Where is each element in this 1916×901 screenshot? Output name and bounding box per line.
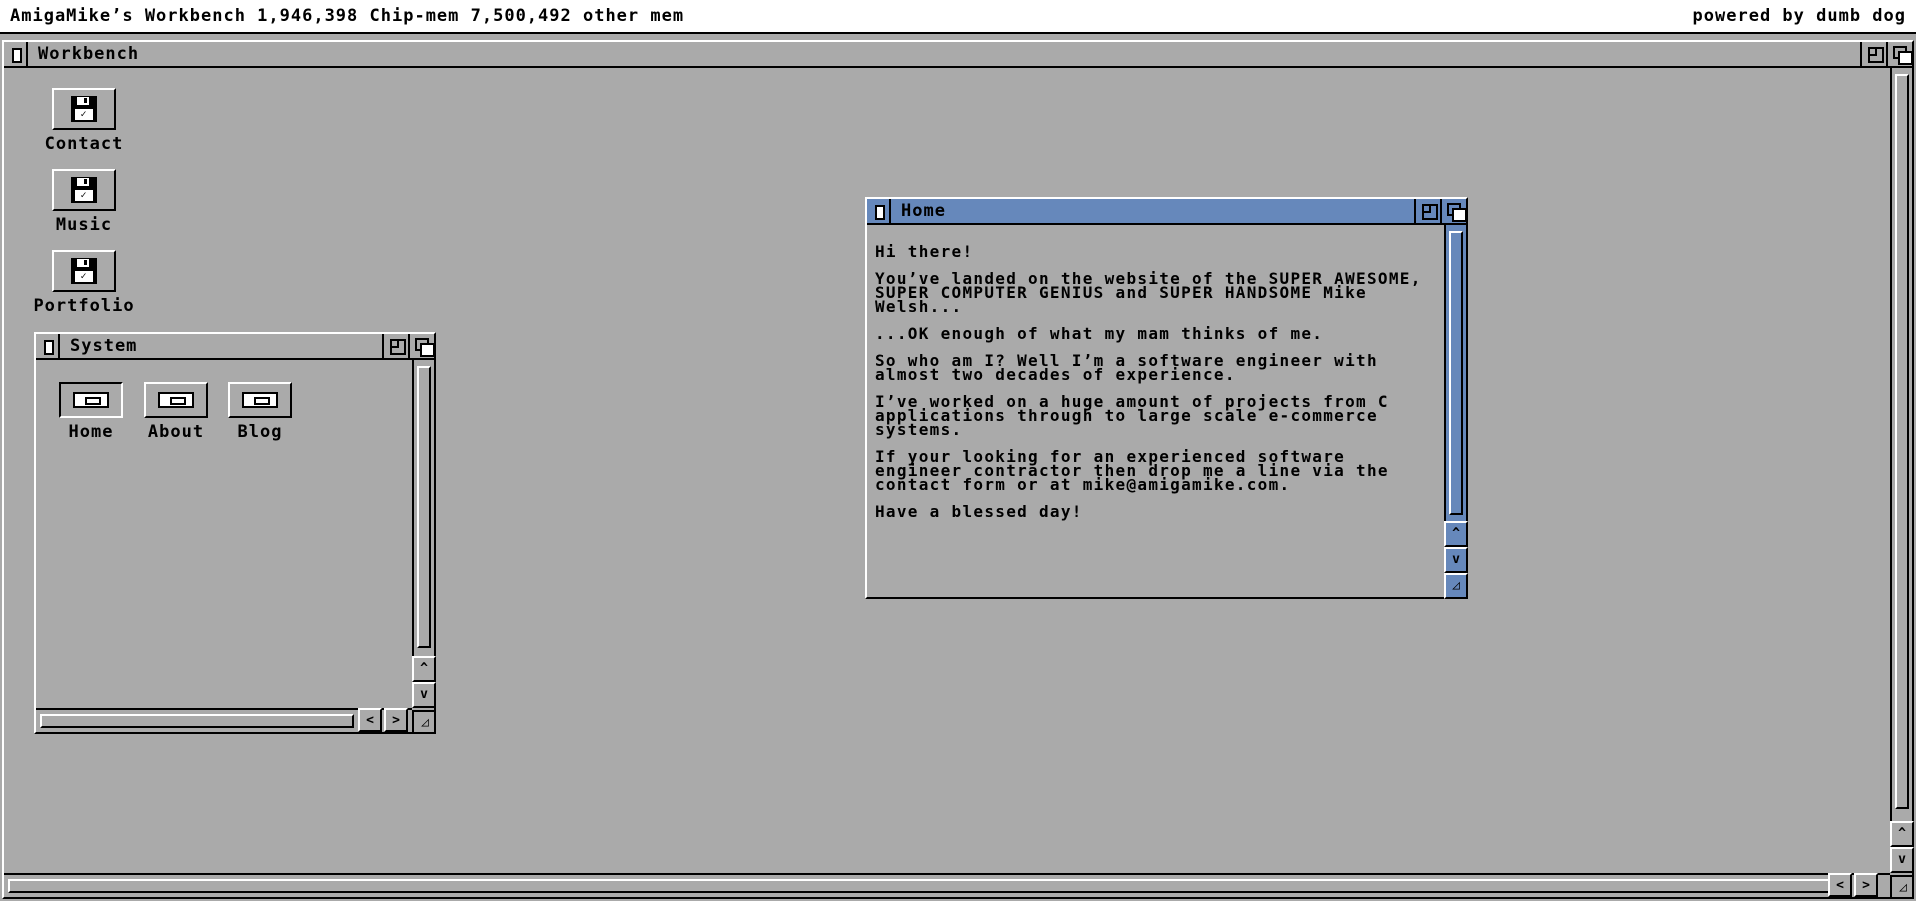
workbench-title-bar[interactable]: Workbench bbox=[4, 42, 1913, 68]
screen-title: AmigaMike’s Workbench 1,946,398 Chip-mem… bbox=[10, 6, 685, 26]
home-paragraph: If your looking for an experienced softw… bbox=[875, 447, 1389, 494]
resize-icon[interactable]: ◿ bbox=[1444, 573, 1468, 599]
system-vertical-scroll-knob[interactable] bbox=[417, 366, 431, 648]
scroll-down-arrow-icon[interactable]: v bbox=[412, 682, 436, 708]
workbench-vertical-scroll-knob[interactable] bbox=[1895, 74, 1909, 809]
desktop-icon-portfolio[interactable]: ✓ Portfolio bbox=[24, 250, 144, 316]
drawer-label: About bbox=[147, 422, 205, 442]
depth-icon[interactable] bbox=[1886, 42, 1913, 66]
scroll-right-arrow-icon[interactable]: > bbox=[384, 708, 408, 732]
system-window: System Home About Blog ^ v < > ◿ bbox=[34, 332, 436, 734]
home-paragraph: So who am I? Well I’m a software enginee… bbox=[875, 351, 1378, 384]
depth-icon[interactable] bbox=[408, 334, 435, 358]
home-window: Home Hi there! You’ve landed on the webs… bbox=[865, 197, 1468, 599]
workbench-horizontal-scrollbar[interactable]: < > bbox=[4, 873, 1890, 897]
scroll-up-arrow-icon[interactable]: ^ bbox=[412, 656, 436, 682]
system-vertical-scrollbar[interactable]: ^ v bbox=[412, 360, 436, 708]
home-paragraph: You’ve landed on the website of the SUPE… bbox=[875, 269, 1422, 316]
floppy-disk-icon: ✓ bbox=[52, 88, 116, 130]
depth-icon[interactable] bbox=[1440, 199, 1467, 223]
zoom-icon[interactable] bbox=[1414, 199, 1440, 223]
home-vertical-scrollbar[interactable]: ^ v ◿ bbox=[1444, 225, 1468, 599]
zoom-icon[interactable] bbox=[382, 334, 408, 358]
scroll-up-arrow-icon[interactable]: ^ bbox=[1890, 821, 1914, 847]
drawer-icon-home[interactable]: Home bbox=[51, 382, 131, 442]
scroll-up-arrow-icon[interactable]: ^ bbox=[1444, 521, 1468, 547]
system-title: System bbox=[70, 336, 138, 356]
system-horizontal-scroll-knob[interactable] bbox=[40, 714, 354, 728]
desktop-icon-label: Music bbox=[55, 215, 113, 235]
drawer-label: Blog bbox=[237, 422, 283, 442]
scroll-right-arrow-icon[interactable]: > bbox=[1854, 873, 1878, 897]
workbench-horizontal-scroll-knob[interactable] bbox=[8, 879, 1832, 893]
home-paragraph: Have a blessed day! bbox=[875, 502, 1083, 521]
powered-by-text: powered by dumb dog bbox=[1692, 6, 1906, 26]
scroll-down-arrow-icon[interactable]: v bbox=[1444, 547, 1468, 573]
home-title: Home bbox=[901, 201, 946, 221]
home-content: Hi there! You’ve landed on the website o… bbox=[875, 242, 1435, 532]
desktop-icon-contact[interactable]: ✓ Contact bbox=[24, 88, 144, 154]
close-icon[interactable] bbox=[867, 199, 891, 223]
desktop-icon-label: Contact bbox=[44, 134, 124, 154]
workbench-vertical-scrollbar[interactable]: ^ v bbox=[1890, 68, 1914, 873]
scroll-left-arrow-icon[interactable]: < bbox=[358, 708, 382, 732]
drawer-icon-blog[interactable]: Blog bbox=[220, 382, 300, 442]
drawer-label: Home bbox=[68, 422, 114, 442]
system-title-bar[interactable]: System bbox=[36, 334, 435, 360]
home-paragraph: ...OK enough of what my mam thinks of me… bbox=[875, 324, 1324, 343]
desktop-icon-music[interactable]: ✓ Music bbox=[24, 169, 144, 235]
screen-title-bar: AmigaMike’s Workbench 1,946,398 Chip-mem… bbox=[0, 0, 1916, 34]
drawer-icon bbox=[59, 382, 123, 418]
desktop-icon-label: Portfolio bbox=[33, 296, 135, 316]
drawer-icon bbox=[144, 382, 208, 418]
scroll-down-arrow-icon[interactable]: v bbox=[1890, 847, 1914, 873]
home-paragraph: I’ve worked on a huge amount of projects… bbox=[875, 392, 1389, 439]
scroll-left-arrow-icon[interactable]: < bbox=[1828, 873, 1852, 897]
zoom-icon[interactable] bbox=[1860, 42, 1886, 66]
floppy-disk-icon: ✓ bbox=[52, 250, 116, 292]
resize-icon[interactable]: ◿ bbox=[412, 710, 436, 734]
home-title-bar[interactable]: Home bbox=[867, 199, 1467, 225]
home-paragraph: Hi there! bbox=[875, 242, 974, 261]
close-icon[interactable] bbox=[4, 42, 28, 66]
close-icon[interactable] bbox=[36, 334, 60, 358]
workbench-title: Workbench bbox=[38, 44, 140, 64]
system-horizontal-scrollbar[interactable]: < > bbox=[36, 708, 412, 732]
drawer-icon bbox=[228, 382, 292, 418]
drawer-icon-about[interactable]: About bbox=[136, 382, 216, 442]
resize-icon[interactable]: ◿ bbox=[1890, 875, 1914, 899]
floppy-disk-icon: ✓ bbox=[52, 169, 116, 211]
home-vertical-scroll-knob[interactable] bbox=[1449, 231, 1463, 515]
